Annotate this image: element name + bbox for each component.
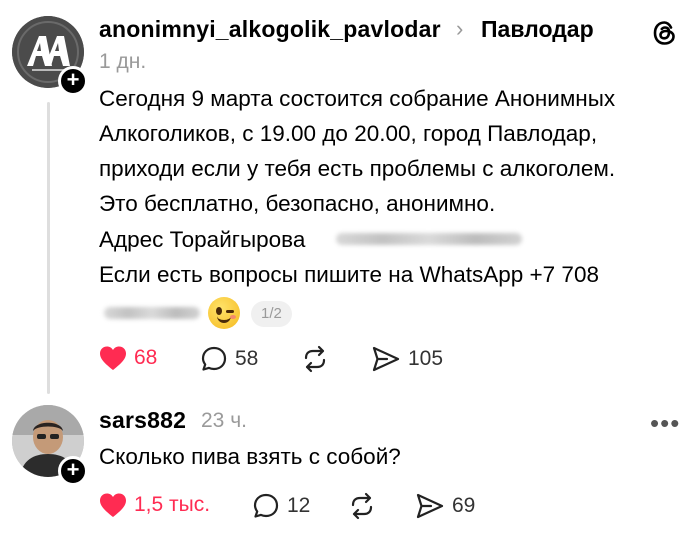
- post-text-line: Если есть вопросы пишите на WhatsApp +7 …: [99, 262, 599, 287]
- post-text-line: приходи если у тебя есть проблемы с алко…: [99, 156, 616, 181]
- like-count: 1,5 тыс.: [134, 493, 211, 516]
- like-count: 68: [134, 346, 158, 369]
- chevron-right-icon: ›: [456, 16, 464, 41]
- send-icon: [372, 346, 400, 372]
- redacted-address: [336, 233, 522, 245]
- thread-line: [47, 102, 50, 394]
- share-button[interactable]: 105: [371, 345, 443, 373]
- post-text-line: Алкоголиков, с 19.00 до 20.00, город Пав…: [99, 121, 598, 146]
- repost-icon: [304, 345, 326, 373]
- heart-icon: [100, 346, 126, 370]
- like-button[interactable]: 1,5 тыс.: [99, 492, 210, 518]
- comment-count: 58: [235, 347, 259, 370]
- share-count: 105: [408, 347, 444, 370]
- like-button[interactable]: 68: [99, 345, 157, 371]
- comment-button[interactable]: 58: [200, 345, 258, 373]
- follow-plus-icon[interactable]: +: [58, 456, 88, 486]
- heart-icon: [100, 493, 126, 517]
- post-text-line: Адрес Торайгырова: [99, 227, 306, 252]
- repost-button[interactable]: [347, 492, 377, 520]
- post-text-line: Это бесплатно, безопасно, анонимно.: [99, 191, 496, 216]
- more-options-icon[interactable]: •••: [650, 408, 680, 439]
- follow-plus-icon[interactable]: +: [58, 66, 88, 96]
- reply-time: 23 ч.: [201, 409, 247, 432]
- post-username[interactable]: anonimnyi_alkogolik_pavlodar: [99, 16, 441, 43]
- redacted-phone: [104, 307, 200, 319]
- share-count: 69: [452, 494, 476, 517]
- post-time: 1 дн.: [99, 50, 147, 73]
- post-text-line: Сегодня 9 марта состоится собрание Анони…: [99, 86, 616, 111]
- winking-face-icon: [208, 297, 240, 329]
- comment-count: 12: [287, 494, 311, 517]
- comment-button[interactable]: 12: [252, 492, 310, 520]
- repost-button[interactable]: [300, 345, 330, 373]
- comment-icon: [253, 493, 279, 518]
- comment-icon: [201, 346, 227, 371]
- page-indicator[interactable]: 1/2: [251, 301, 292, 327]
- post-location[interactable]: Павлодар: [481, 16, 594, 43]
- reply-username[interactable]: sars882: [99, 407, 186, 434]
- reply-text: Сколько пива взять с собой?: [99, 444, 401, 469]
- repost-icon: [351, 492, 373, 520]
- send-icon: [416, 493, 444, 519]
- share-button[interactable]: 69: [415, 492, 475, 520]
- threads-icon[interactable]: [650, 18, 680, 48]
